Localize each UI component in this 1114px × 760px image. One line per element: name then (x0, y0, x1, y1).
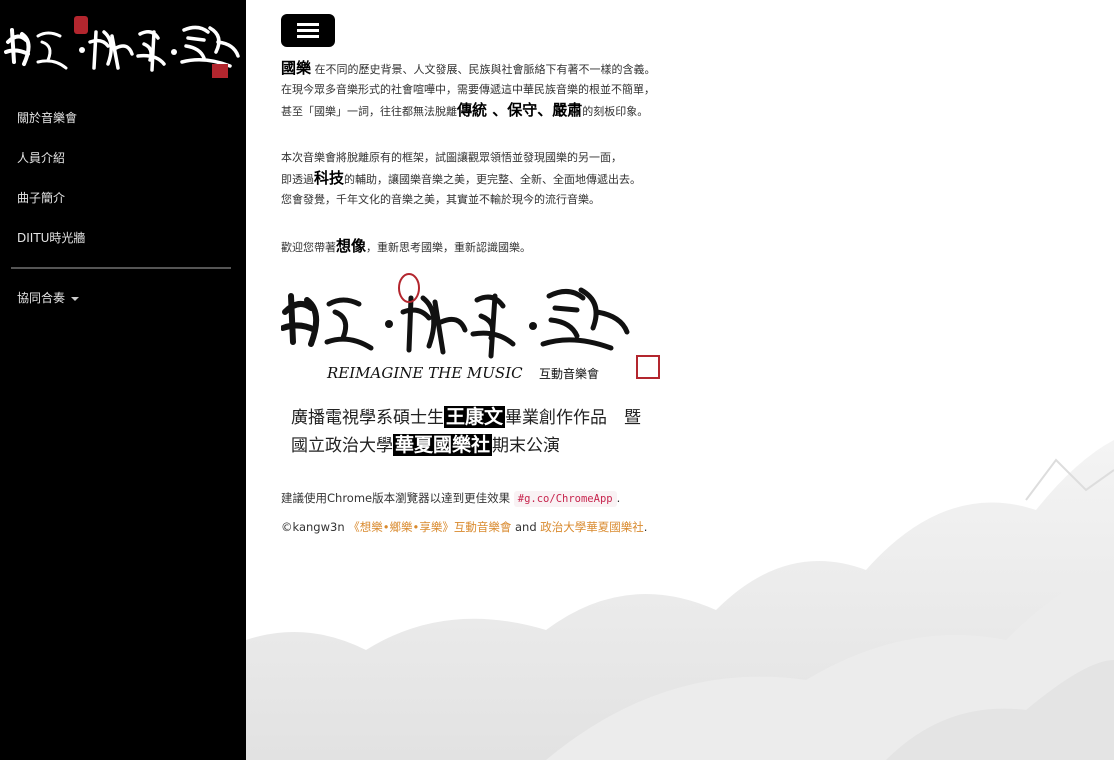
banner-subtitle: REIMAGINE THE MUSIC (326, 364, 523, 382)
menu-toggle-button[interactable] (281, 14, 335, 47)
intro-keyword: 國樂 (281, 59, 312, 77)
caret-down-icon (71, 296, 80, 301)
concert-paragraph: 本次音樂會將脫離原有的框架，試圖讓觀眾領悟並發現國樂的另一面， 即透過科技的輔助… (281, 151, 642, 206)
sidebar-item-members[interactable]: 人員介紹 (0, 148, 246, 188)
author-name: 王康文 (444, 406, 506, 428)
copyright-line: ©kangw3n 《想樂•鄉樂•享樂》互動音樂會 and 政治大學華夏國樂社. (281, 520, 648, 534)
chrome-app-code: #g.co/ChromeApp (513, 491, 617, 507)
hamburger-menu-icon (297, 23, 319, 26)
seal-stamp-icon (212, 64, 228, 78)
sidebar-divider (11, 267, 231, 269)
sidebar-item-pieces[interactable]: 曲子簡介 (0, 188, 246, 228)
concert-banner-logo: REIMAGINE THE MUSIC 互動音樂會 (281, 273, 660, 382)
site-logo[interactable] (4, 12, 242, 80)
seal-stamp-icon (74, 16, 88, 34)
sidebar-item-diitu-wall[interactable]: DIITU時光牆 (0, 228, 246, 268)
banner-subtitle-cn: 互動音樂會 (539, 366, 599, 381)
welcome-paragraph: 歡迎您帶著想像，重新思考國樂，重新認識國樂。 (281, 237, 532, 255)
mountain-background (246, 440, 1114, 760)
browser-note: 建議使用Chrome版本瀏覽器以達到更佳效果 #g.co/ChromeApp. (281, 491, 621, 507)
intro-paragraph: 國樂 在不同的歷史背景、人文發展、民族與社會脈絡下有著不一樣的含義。 在現今眾多… (281, 59, 656, 119)
dropdown-label: 協同合奏 (17, 291, 66, 305)
sidebar-nav: 關於音樂會 人員介紹 曲子簡介 DIITU時光牆 (0, 108, 246, 268)
sidebar-dropdown-ensemble[interactable]: 協同合奏 (0, 288, 246, 328)
club-link[interactable]: 政治大學華夏國樂社 (540, 520, 644, 534)
sidebar: 關於音樂會 人員介紹 曲子簡介 DIITU時光牆 協同合奏 (0, 0, 246, 760)
credit-line-2: 國立政治大學 華夏國樂社 期末公演 (291, 434, 561, 456)
credit-line-1: 廣播電視學系碩士生 王康文 畢業創作作品 暨 (291, 406, 642, 428)
concert-link[interactable]: 《想樂•鄉樂•享樂》互動音樂會 (348, 520, 511, 534)
club-name: 華夏國樂社 (393, 434, 493, 456)
sidebar-item-about-concert[interactable]: 關於音樂會 (0, 108, 246, 148)
